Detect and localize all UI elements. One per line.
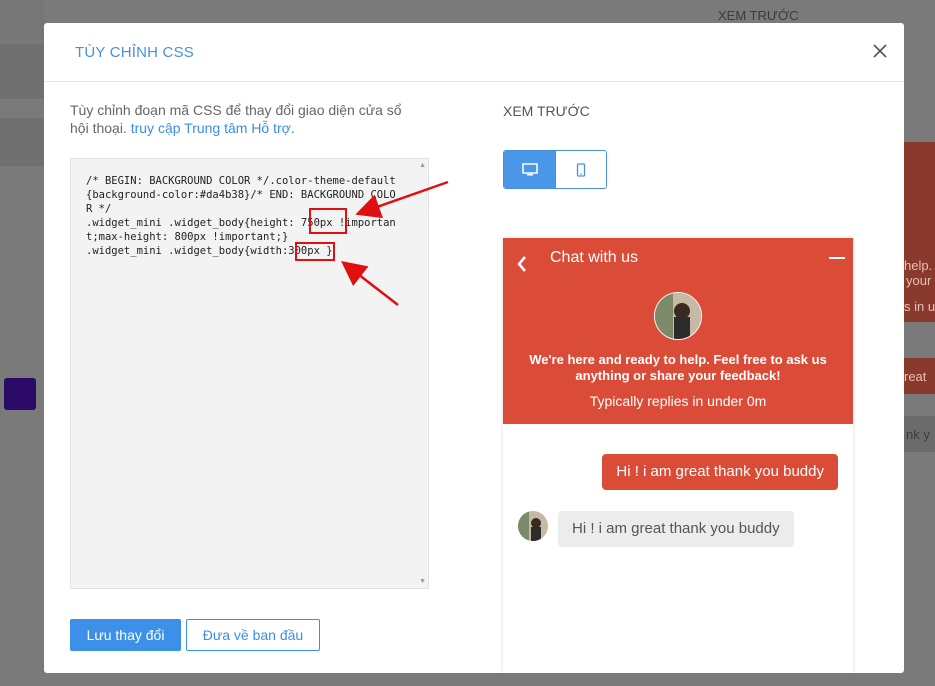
css-code[interactable]: /* BEGIN: BACKGROUND COLOR */.color-them… [86,174,400,258]
chevron-left-icon [517,256,526,272]
modal-title: TÙY CHỈNH CSS [75,44,195,61]
editor-scrollbar[interactable]: ▲ ▼ [416,159,428,588]
widget-header: Chat with us We're here and ready to hel… [503,238,853,424]
back-button[interactable] [515,254,529,274]
agent-avatar-small [518,511,548,541]
css-customize-modal: TÙY CHỈNH CSS Tùy chỉnh đoạn mã CSS để t… [44,23,904,673]
sent-message-bubble: Hi ! i am great thank you buddy [602,454,838,490]
highlight-height-value [309,208,347,234]
mobile-icon [576,162,586,177]
welcome-message: We're here and ready to help. Feel free … [529,352,827,383]
preview-label: XEM TRƯỚC [503,103,590,119]
reset-button[interactable]: Đưa về ban đầu [186,619,320,651]
chat-widget-preview: Chat with us We're here and ready to hel… [503,238,853,673]
modal-description: Tùy chỉnh đoạn mã CSS để thay đổi giao d… [70,101,420,137]
received-message-bubble: Hi ! i am great thank you buddy [558,511,794,547]
bg-preview-label: XEM TRƯỚC [718,8,799,23]
bg-panel [0,0,44,40]
device-toggle [503,150,607,189]
bg-fragment: help. [904,258,933,273]
bg-panel [0,118,44,166]
description-suffix: . [290,120,295,136]
bg-panel [0,44,44,99]
modal-header: TÙY CHỈNH CSS [44,23,904,82]
bg-widget-header [904,142,935,322]
widget-title: Chat with us [550,249,639,266]
agent-avatar [654,292,702,340]
desktop-preview-button[interactable] [504,151,555,188]
highlight-width-value [295,242,335,261]
bg-fragment: nk y [906,427,930,442]
bg-color-swatch [4,378,36,410]
mobile-preview-button[interactable] [555,151,606,188]
desktop-icon [521,162,538,175]
bg-fragment: s in u [904,299,935,314]
css-code-editor[interactable]: /* BEGIN: BACKGROUND COLOR */.color-them… [70,158,429,589]
minimize-button[interactable] [829,252,845,264]
bg-fragment: your [906,273,932,288]
bg-fragment: reat [904,369,927,384]
scroll-up-icon[interactable]: ▲ [419,162,426,169]
close-icon [873,44,887,58]
reply-time: Typically replies in under 0m [589,393,767,409]
scroll-down-icon[interactable]: ▼ [419,578,426,585]
close-button[interactable] [870,41,890,61]
support-center-link[interactable]: truy cập Trung tâm Hỗ trợ [131,120,291,136]
save-button[interactable]: Lưu thay đổi [70,619,181,651]
